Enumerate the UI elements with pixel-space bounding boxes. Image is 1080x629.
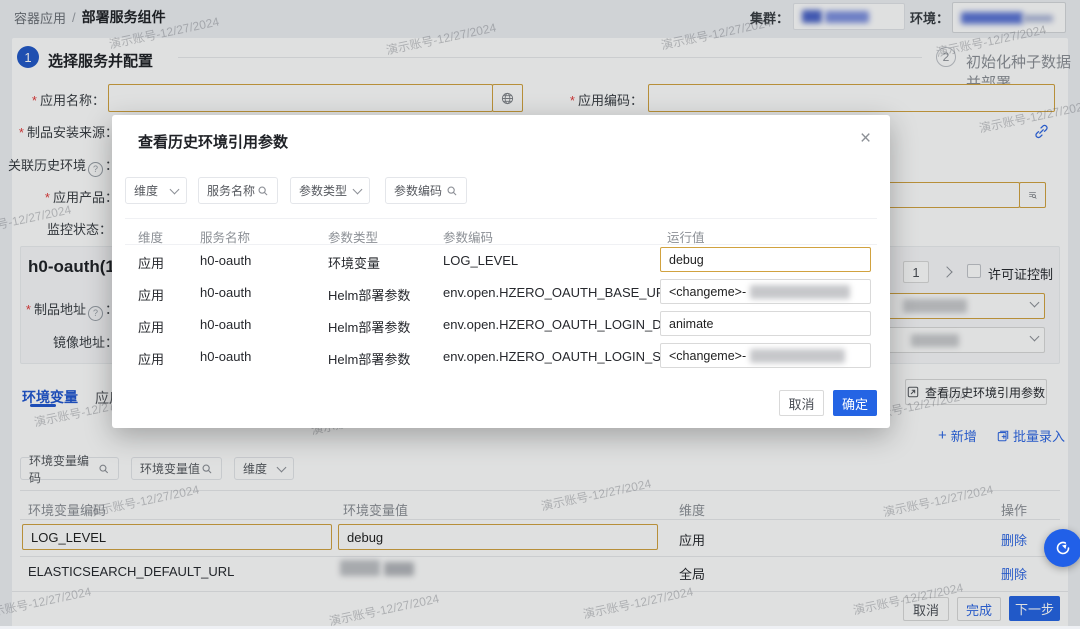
search-icon: [257, 185, 269, 197]
search-icon: [446, 185, 458, 197]
modal-table-top-border: [125, 218, 877, 219]
modal-filter-dimension[interactable]: 维度: [125, 177, 187, 204]
modal-table-header-border: [125, 244, 877, 245]
close-icon[interactable]: ×: [860, 128, 871, 150]
param-row-run-value-input[interactable]: <changeme>-: [660, 343, 871, 368]
modal-cancel-button[interactable]: 取消: [779, 390, 824, 416]
chat-widget-icon: [1053, 538, 1073, 558]
param-row-param-type: 环境变量: [328, 253, 380, 272]
param-row-param-code: LOG_LEVEL: [443, 253, 518, 268]
param-row-param-type: Helm部署参数: [328, 285, 410, 304]
chevron-down-icon: [353, 184, 363, 194]
param-row-param-type: Helm部署参数: [328, 349, 410, 368]
param-row-dimension: 应用: [138, 285, 164, 304]
modal-filter-param-code[interactable]: 参数编码: [385, 177, 467, 204]
param-row-run-value-input[interactable]: animate: [660, 311, 871, 336]
run-value-redacted: [750, 349, 845, 363]
param-row-dimension: 应用: [138, 253, 164, 272]
param-row-service: h0-oauth: [200, 349, 251, 364]
param-row-param-code: env.open.HZERO_OAUTH_BASE_URL: [443, 285, 673, 300]
param-row-service: h0-oauth: [200, 317, 251, 332]
param-row-param-code: env.open.HZERO_OAUTH_LOGIN_SU...: [443, 349, 681, 364]
param-row-service: h0-oauth: [200, 285, 251, 300]
modal-ok-button[interactable]: 确定: [833, 390, 877, 416]
param-row-dimension: 应用: [138, 317, 164, 336]
modal-filter-param-type[interactable]: 参数类型: [290, 177, 370, 204]
param-row-dimension: 应用: [138, 349, 164, 368]
modal-title: 查看历史环境引用参数: [138, 131, 288, 152]
run-value-redacted: [750, 285, 850, 299]
modal-filter-service-name[interactable]: 服务名称: [198, 177, 278, 204]
param-row-service: h0-oauth: [200, 253, 251, 268]
history-params-modal: 查看历史环境引用参数 × 维度 服务名称 参数类型 参数编码 维度 服务名称 参…: [112, 115, 890, 428]
chat-widget-button[interactable]: [1044, 529, 1080, 567]
param-row-run-value-input[interactable]: debug: [660, 247, 871, 272]
chevron-down-icon: [170, 184, 180, 194]
param-row-param-code: env.open.HZERO_OAUTH_LOGIN_DEF...: [443, 317, 688, 332]
param-row-run-value-input[interactable]: <changeme>-: [660, 279, 871, 304]
param-row-param-type: Helm部署参数: [328, 317, 410, 336]
